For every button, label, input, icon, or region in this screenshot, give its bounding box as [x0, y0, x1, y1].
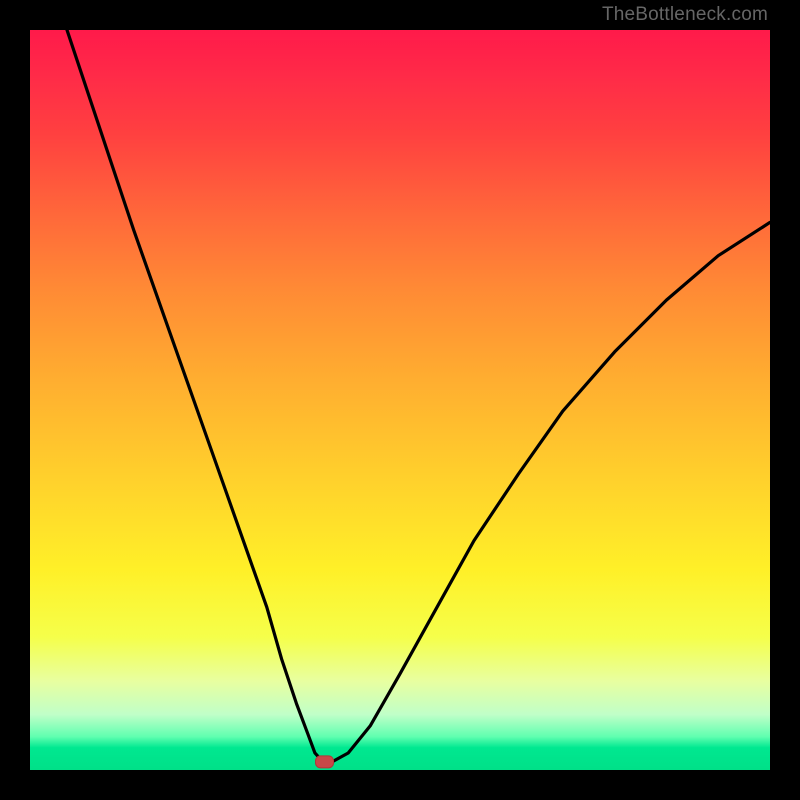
optimal-point-marker: [316, 756, 334, 768]
chart-frame: TheBottleneck.com: [0, 0, 800, 800]
curve-svg: [30, 30, 770, 770]
bottleneck-curve: [67, 30, 770, 761]
plot-area: [30, 30, 770, 770]
watermark-text: TheBottleneck.com: [602, 4, 768, 26]
